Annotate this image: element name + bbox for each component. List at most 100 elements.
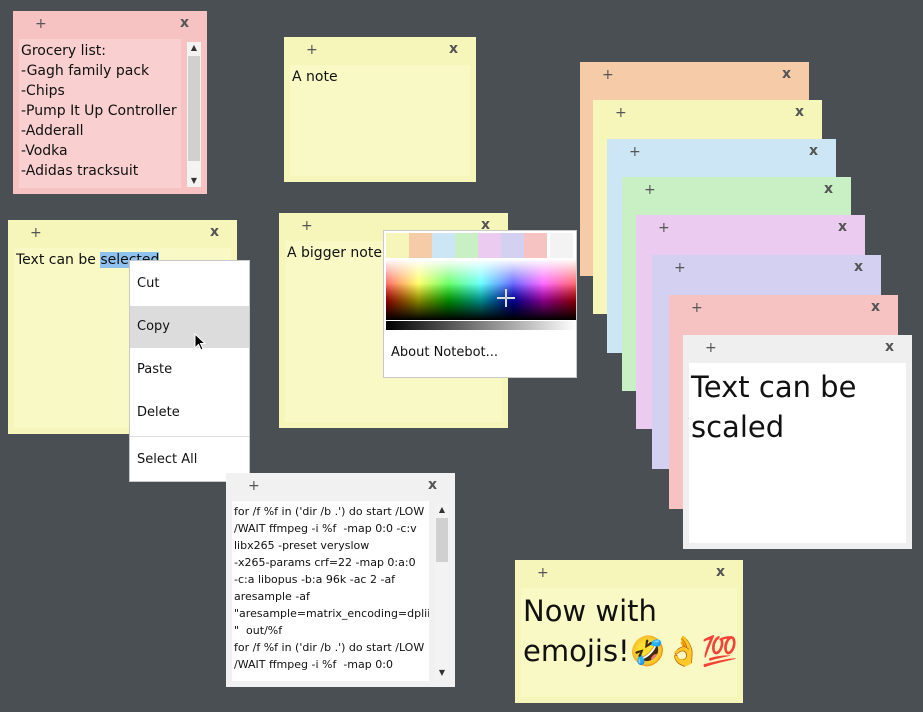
note-titlebar[interactable]: + x	[683, 335, 912, 363]
swatch-red[interactable]	[524, 233, 547, 258]
close-note-button[interactable]: x	[449, 41, 458, 57]
note-text: A bigger note	[287, 245, 382, 261]
new-note-button[interactable]: +	[615, 105, 627, 121]
note-line: -Vodka	[21, 143, 68, 159]
close-note-button[interactable]: x	[428, 477, 437, 493]
close-note-button[interactable]: x	[885, 339, 894, 355]
note-text: scaled	[691, 410, 785, 444]
note-titlebar[interactable]: + x	[669, 295, 898, 323]
new-note-button[interactable]: +	[674, 260, 686, 276]
note-line: /WAIT ffmpeg -i %f -map 0:0 -c:v	[234, 522, 417, 535]
note-text: emojis!🤣👌💯	[523, 634, 737, 668]
scroll-down-arrow-icon[interactable]: ▼	[187, 175, 201, 187]
menu-item-cut[interactable]: Cut	[130, 263, 249, 305]
note-line: -Gagh family pack	[21, 63, 150, 79]
close-note-button[interactable]: x	[716, 564, 725, 580]
new-note-button[interactable]: +	[30, 225, 42, 241]
swatch-orange[interactable]	[409, 233, 432, 258]
scroll-thumb[interactable]	[436, 518, 448, 562]
note-line: -Adidas tracksuit	[21, 163, 139, 179]
swatch-pink[interactable]	[478, 233, 501, 258]
note-line: aresample -af	[234, 590, 310, 603]
note-text-area[interactable]: Now with emojis!🤣👌💯	[521, 588, 737, 697]
swatch-yellow[interactable]	[386, 233, 409, 258]
close-note-button[interactable]: x	[795, 104, 804, 120]
note-line: -Pump It Up Controller	[21, 103, 177, 119]
close-note-button[interactable]: x	[782, 66, 791, 82]
note-scrollbar[interactable]: ▲ ▼	[187, 42, 201, 187]
new-note-button[interactable]: +	[705, 340, 717, 356]
close-note-button[interactable]: x	[809, 143, 818, 159]
grayscale-bar[interactable]	[386, 321, 576, 330]
new-note-button[interactable]: +	[629, 144, 641, 160]
swatch-green[interactable]	[455, 233, 478, 258]
note-titlebar[interactable]: + x	[607, 139, 836, 167]
code-note[interactable]: + x for /f %f in ('dir /b .') do start /…	[226, 473, 455, 687]
menu-separator	[130, 436, 249, 437]
note-text: A note	[292, 69, 338, 85]
note-titlebar[interactable]: + x	[13, 11, 207, 39]
close-note-button[interactable]: x	[871, 299, 880, 315]
close-note-button[interactable]: x	[854, 259, 863, 275]
note-line: -c:a libopus -b:a 96k -ac 2 -af	[234, 573, 396, 586]
note-line: Grocery list:	[21, 43, 106, 59]
note-text-area[interactable]: Text can be scaled	[689, 363, 906, 543]
note-titlebar[interactable]: + x	[284, 37, 476, 65]
color-spectrum[interactable]	[386, 259, 576, 320]
new-note-button[interactable]: +	[306, 42, 318, 58]
note-titlebar[interactable]: + x	[8, 220, 237, 248]
new-note-button[interactable]: +	[644, 182, 656, 198]
new-note-button[interactable]: +	[35, 16, 47, 32]
about-notebot-button[interactable]: About Notebot...	[391, 345, 498, 360]
note-scrollbar[interactable]: ▲ ▼	[435, 504, 449, 679]
grocery-note[interactable]: + x Grocery list: -Gagh family pack -Chi…	[13, 11, 207, 194]
note-titlebar[interactable]: + x	[622, 177, 851, 205]
note-titlebar[interactable]: + x	[652, 255, 881, 283]
scroll-up-arrow-icon[interactable]: ▲	[435, 504, 449, 516]
close-note-button[interactable]: x	[838, 219, 847, 235]
color-picker-menu: About Notebot...	[383, 230, 577, 378]
scaled-note[interactable]: + x Text can be scaled	[683, 335, 912, 549]
menu-item-delete[interactable]: Delete	[130, 392, 249, 434]
crosshair-cursor-icon	[497, 289, 515, 307]
note-titlebar[interactable]: + x	[636, 215, 865, 243]
note-text-area[interactable]: Grocery list: -Gagh family pack -Chips -…	[19, 39, 181, 188]
menu-item-paste[interactable]: Paste	[130, 349, 249, 391]
note-text-area[interactable]: for /f %f in ('dir /b .') do start /LOW …	[232, 501, 429, 681]
new-note-button[interactable]: +	[248, 478, 260, 494]
close-note-button[interactable]: x	[210, 224, 219, 240]
note-text: Text can be	[16, 252, 101, 268]
menu-item-copy[interactable]: Copy	[130, 306, 249, 348]
note-text-area[interactable]: A note	[290, 65, 470, 176]
note-line: /WAIT ffmpeg -i %f -map 0:0	[234, 658, 393, 671]
note-text: Now with	[523, 594, 657, 628]
scroll-up-arrow-icon[interactable]: ▲	[187, 42, 201, 54]
close-note-button[interactable]: x	[824, 181, 833, 197]
mouse-pointer-icon	[194, 333, 206, 351]
note-titlebar[interactable]: + x	[593, 100, 822, 128]
note-titlebar[interactable]: + x	[515, 560, 743, 588]
scroll-thumb[interactable]	[188, 56, 200, 161]
note-titlebar[interactable]: + x	[580, 62, 809, 90]
note-line: -x265-params crf=22 -map 0:a:0	[234, 556, 416, 569]
note-line: libx265 -preset veryslow	[234, 539, 370, 552]
note-text: Text can be	[691, 370, 857, 404]
a-note[interactable]: + x A note	[284, 37, 476, 182]
close-note-button[interactable]: x	[180, 15, 189, 31]
context-menu: Cut Copy Paste Delete Select All	[129, 260, 250, 482]
note-line: for /f %f in ('dir /b .') do start /LOW	[234, 641, 425, 654]
scroll-down-arrow-icon[interactable]: ▼	[435, 667, 449, 679]
swatch-purple[interactable]	[501, 233, 524, 258]
swatch-blue[interactable]	[432, 233, 455, 258]
note-line: " out/%f	[234, 624, 283, 637]
new-note-button[interactable]: +	[658, 220, 670, 236]
new-note-button[interactable]: +	[301, 218, 313, 234]
note-titlebar[interactable]: + x	[226, 473, 455, 501]
new-note-button[interactable]: +	[691, 300, 703, 316]
emoji-note[interactable]: + x Now with emojis!🤣👌💯	[515, 560, 743, 703]
swatch-white[interactable]	[550, 233, 573, 258]
note-line: -Chips	[21, 83, 65, 99]
new-note-button[interactable]: +	[602, 67, 614, 83]
note-line: for /f %f in ('dir /b .') do start /LOW	[234, 505, 425, 518]
new-note-button[interactable]: +	[537, 565, 549, 581]
